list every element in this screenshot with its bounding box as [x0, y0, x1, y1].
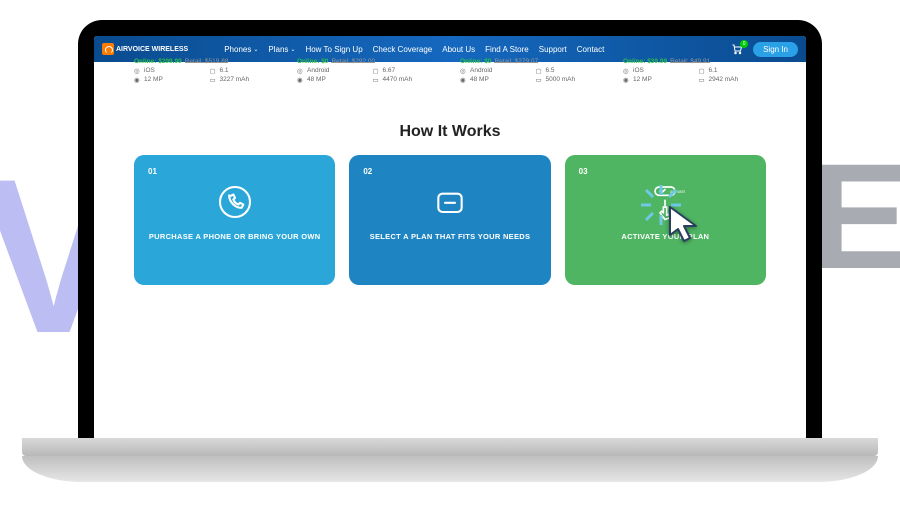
screen-icon: ▢ [210, 67, 217, 74]
camera-icon: ◉ [297, 76, 304, 83]
step-text: PURCHASE A PHONE OR BRING YOUR OWN [149, 232, 321, 243]
online-price: Online: $299.99 [134, 58, 182, 65]
retail-price: Retail: $279.07 [494, 58, 538, 65]
screen: AIRVOICE WIRELESS Phones⌄ Plans⌄ How To … [94, 36, 806, 440]
cart-button[interactable]: 0 [731, 43, 743, 55]
section-title: How It Works [134, 123, 766, 141]
step-text: SELECT A PLAN THAT FITS YOUR NEEDS [370, 232, 531, 243]
sign-in-button[interactable]: Sign In [753, 42, 798, 57]
phone-card[interactable]: Online: $39.99Retail: $49.91 ◎iOS ▢6.1 ◉… [623, 58, 766, 83]
phone-card[interactable]: Online: $0Retail: $279.07 ◎Android ▢6.5 … [460, 58, 603, 83]
step-card-activate[interactable]: 03 ACTIVATE ACTIVATE YOUR PLAN [565, 155, 766, 285]
nav-plans[interactable]: Plans⌄ [268, 45, 295, 54]
battery-icon: ▭ [373, 76, 380, 83]
online-price: Online: $0 [460, 58, 491, 65]
screen-icon: ▢ [373, 67, 380, 74]
chevron-down-icon: ⌄ [253, 46, 258, 53]
laptop-foot [22, 456, 878, 482]
nav-how-to-sign-up[interactable]: How To Sign Up [305, 45, 362, 54]
retail-price: Retail: $49.91 [670, 58, 710, 65]
logo[interactable]: AIRVOICE WIRELESS [102, 43, 188, 55]
camera-icon: ◉ [460, 76, 467, 83]
nav-find-a-store[interactable]: Find A Store [485, 45, 529, 54]
os-icon: ◎ [460, 67, 467, 74]
laptop-base [22, 438, 878, 456]
nav-contact[interactable]: Contact [577, 45, 605, 54]
cards-row: 01 PURCHASE A PHONE OR BRING YOUR OWN 02… [134, 155, 766, 285]
chevron-down-icon: ⌄ [290, 46, 295, 53]
os-icon: ◎ [623, 67, 630, 74]
online-price: Online: $39.99 [623, 58, 667, 65]
cursor-icon [666, 205, 702, 245]
phone-icon [215, 182, 255, 222]
os-icon: ◎ [134, 67, 141, 74]
step-number: 02 [363, 167, 372, 176]
nav-check-coverage[interactable]: Check Coverage [373, 45, 433, 54]
retail-price: Retail: $519.88 [185, 58, 229, 65]
how-it-works-section: How It Works 01 PURCHASE A PHONE OR BRIN… [94, 83, 806, 285]
retail-price: Retail: $292.00 [331, 58, 375, 65]
cart-badge: 0 [740, 40, 748, 48]
nav-about-us[interactable]: About Us [442, 45, 475, 54]
battery-icon: ▭ [699, 76, 706, 83]
phone-card[interactable]: Online: $299.99Retail: $519.88 ◎iOS ▢6.1… [134, 58, 277, 83]
screen-icon: ▢ [536, 67, 543, 74]
phone-row: Online: $299.99Retail: $519.88 ◎iOS ▢6.1… [94, 58, 806, 83]
battery-icon: ▭ [536, 76, 543, 83]
camera-icon: ◉ [623, 76, 630, 83]
nav-support[interactable]: Support [539, 45, 567, 54]
step-number: 03 [579, 167, 588, 176]
folder-icon [430, 182, 470, 222]
online-price: Online: $0 [297, 58, 328, 65]
os-icon: ◎ [297, 67, 304, 74]
step-card-select-plan[interactable]: 02 SELECT A PLAN THAT FITS YOUR NEEDS [349, 155, 550, 285]
nav-phones[interactable]: Phones⌄ [224, 45, 258, 54]
laptop-frame: AIRVOICE WIRELESS Phones⌄ Plans⌄ How To … [78, 20, 822, 440]
step-number: 01 [148, 167, 157, 176]
step-card-purchase[interactable]: 01 PURCHASE A PHONE OR BRING YOUR OWN [134, 155, 335, 285]
camera-icon: ◉ [134, 76, 141, 83]
logo-icon [102, 43, 114, 55]
phone-card[interactable]: Online: $0Retail: $292.00 ◎Android ▢6.67… [297, 58, 440, 83]
logo-text: AIRVOICE WIRELESS [116, 46, 188, 53]
battery-icon: ▭ [210, 76, 217, 83]
screen-icon: ▢ [699, 67, 706, 74]
